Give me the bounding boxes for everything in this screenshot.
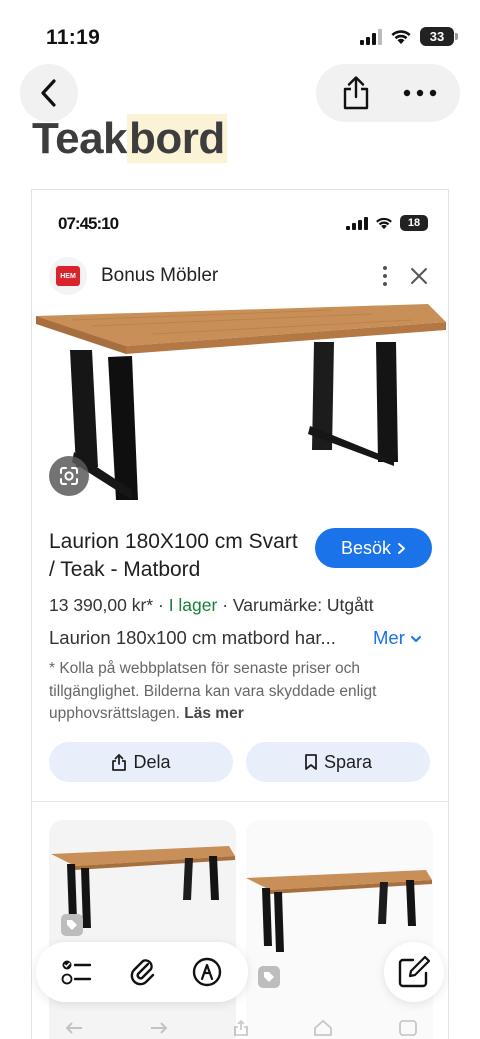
disclaimer: * Kolla på webbplatsen för senaste prise…	[49, 658, 429, 726]
save-label: Spara	[323, 751, 373, 772]
checklist-icon	[61, 960, 91, 985]
separator: ·	[157, 595, 164, 615]
home-icon	[314, 1019, 333, 1036]
embedded-screenshot[interactable]: 07:45:10 18 HEM Bonus Möbler Laurion 180…	[31, 189, 449, 1039]
description-line: Laurion 180x100 cm matbord har... Mer	[49, 627, 444, 649]
read-more-link[interactable]: Läs mer	[184, 705, 243, 722]
share-icon	[234, 1019, 248, 1036]
source-name: Bonus Möbler	[101, 265, 219, 286]
separator: ·	[222, 595, 229, 615]
lens-button[interactable]	[49, 456, 89, 496]
related-image-thumbnail[interactable]	[246, 820, 433, 1039]
arrow-left-icon	[65, 1022, 83, 1034]
chevron-right-icon	[398, 542, 406, 554]
notes-toolbar	[36, 942, 248, 1002]
brand: Varumärke: Utgått	[232, 595, 374, 615]
tag-icon	[61, 914, 83, 936]
attach-button[interactable]	[117, 947, 167, 997]
paperclip-icon	[130, 959, 155, 986]
more-button[interactable]	[395, 68, 445, 118]
save-product-button[interactable]: Spara	[246, 742, 430, 782]
more-label: Mer	[373, 627, 405, 648]
table-thumbnail-image	[246, 870, 432, 952]
share-icon	[112, 753, 127, 771]
signal-icon	[360, 28, 382, 45]
markup-button[interactable]	[182, 947, 232, 997]
share-product-button[interactable]: Dela	[49, 742, 233, 782]
embedded-signal-icon	[346, 216, 368, 230]
status-time: 11:19	[46, 26, 101, 49]
embedded-bottom-bar	[32, 1016, 448, 1039]
description: Laurion 180x100 cm matbord har...	[49, 627, 336, 648]
embedded-battery-icon: 18	[400, 215, 428, 231]
markup-pen-icon	[193, 957, 222, 987]
share-button[interactable]	[331, 68, 381, 118]
source-row: HEM Bonus Möbler	[49, 256, 433, 296]
note-title-highlight: bord	[127, 114, 227, 163]
tag-icon	[258, 966, 280, 988]
more-link[interactable]: Mer	[373, 627, 422, 649]
compose-button[interactable]	[384, 942, 444, 1002]
tabs-icon	[398, 1020, 417, 1036]
source-logo: HEM	[49, 257, 87, 295]
share-label: Dela	[133, 751, 171, 772]
compose-icon	[398, 955, 431, 988]
lens-icon	[60, 467, 78, 485]
battery-icon: 33	[420, 27, 458, 46]
stock-status: I lager	[168, 595, 218, 615]
bookmark-icon	[305, 754, 317, 770]
chevron-left-icon	[41, 79, 56, 107]
visit-label: Besök	[340, 537, 392, 558]
price-line: 13 390,00 kr* · I lager · Varumärke: Utg…	[49, 595, 444, 616]
checklist-button[interactable]	[52, 947, 102, 997]
chevron-down-icon	[411, 636, 422, 642]
source-more-button[interactable]	[375, 262, 395, 290]
action-pill	[316, 64, 460, 122]
divider	[32, 801, 448, 802]
price: 13 390,00 kr*	[49, 595, 154, 615]
embedded-wifi-icon	[376, 217, 392, 230]
note-title[interactable]: Teakbord	[32, 114, 227, 164]
visit-button[interactable]: Besök	[315, 528, 432, 568]
embedded-status-time: 07:45:10	[58, 214, 119, 233]
close-button[interactable]	[405, 262, 433, 290]
close-icon	[411, 268, 427, 284]
share-icon	[343, 76, 369, 110]
related-image-thumbnail[interactable]	[49, 820, 236, 1039]
more-horizontal-icon	[403, 89, 437, 97]
product-image[interactable]	[32, 302, 449, 522]
status-icons: 33	[360, 27, 458, 46]
source-logo-text: HEM	[56, 266, 80, 286]
arrow-right-icon	[150, 1022, 167, 1034]
note-title-text: Teak	[32, 114, 128, 163]
product-title[interactable]: Laurion 180X100 cm Svart / Teak - Matbor…	[49, 528, 309, 584]
wifi-icon	[391, 30, 411, 44]
status-bar: 11:19 33	[0, 0, 480, 70]
embedded-status-icons: 18	[346, 215, 428, 231]
